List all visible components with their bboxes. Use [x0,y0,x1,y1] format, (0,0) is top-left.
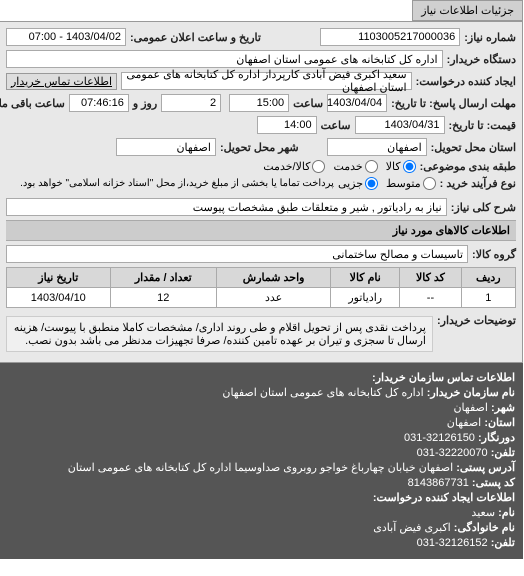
org-value: اداره کل کتابخانه های عمومی استان اصفهان [223,387,424,399]
contact-province: اصفهان [448,417,482,429]
main-panel: شماره نیاز: 1103005217000036 تاریخ و ساع… [0,21,524,363]
deadline-send-date: 1403/04/04 [328,94,388,112]
radio-goods[interactable]: کالا [387,160,417,173]
item-title-field: نیاز به رادیاتور , شیر و متعلقات طبق مشخ… [7,198,448,216]
contact-panel: اطلاعات تماس سازمان خریدار: نام سازمان خ… [0,363,524,559]
time-label-1: ساعت [294,97,324,110]
lname-value: اکبری فیض آبادی [374,522,451,534]
announce-label: تاریخ و ساعت اعلان عمومی: [131,31,262,44]
tel2-value: 32126152-031 [418,537,489,549]
postal-label: کد پستی: [473,477,516,489]
contact-info-button[interactable]: اطلاعات تماس خریدار [7,73,118,90]
day-remaining-label: روز و [134,97,158,110]
th-code: کد کالا [401,268,462,288]
goods-section-title: اطلاعات کالاهای مورد نیاز [7,220,517,241]
city-field: اصفهان [117,138,217,156]
process-radio-group: متوسط جزیی [339,177,437,190]
requester-label: ایجاد کننده درخواست: [417,75,517,88]
deadline-send-time: 15:00 [230,94,290,112]
announce-field: 1403/04/02 - 07:00 [7,28,127,46]
process-label: نوع فرآیند خرید : [441,177,517,190]
goods-table: ردیف کد کالا نام کالا واحد شمارش تعداد /… [7,267,517,308]
cell-name: رادیاتور [332,288,401,308]
tab-title: جزئیات اطلاعات نیاز [413,0,524,21]
th-qty: تعداد / مقدار [111,268,217,288]
radio-medium[interactable]: متوسط [387,177,437,190]
th-name: نام کالا [332,268,401,288]
group-label: گروه کالا: [473,248,517,261]
contact-city-label: شهر: [492,402,516,414]
time-label-2: ساعت [322,119,352,132]
contact-section-title: اطلاعات تماس سازمان خریدار: [373,372,516,384]
table-row[interactable]: 1 -- رادیاتور عدد 12 1403/04/10 [8,288,517,308]
price-deadline-label: قیمت: تا تاریخ: [450,119,517,132]
buyer-field: اداره کل کتابخانه های عمومی استان اصفهان [7,50,444,68]
fax-label: دورنگار: [479,432,516,444]
category-radio-group: کالا خدمت کالا/خدمت [264,160,416,173]
tel-value: 32220070-031 [418,447,489,459]
group-field: تاسیسات و مصالح ساختمانی [7,245,469,263]
radio-goods-input[interactable] [404,160,417,173]
cell-index: 1 [462,288,516,308]
postal-value: 8143867731 [409,477,470,489]
fax-value: 32126150-031 [405,432,476,444]
radio-both-input[interactable] [313,160,326,173]
radio-service[interactable]: خدمت [334,160,378,173]
price-deadline-date: 1403/04/31 [356,116,446,134]
item-title-label: شرح کلی نیاز: [452,201,517,214]
address-label: آدرس پستی: [457,462,516,474]
province-field: اصفهان [328,138,428,156]
table-header-row: ردیف کد کالا نام کالا واحد شمارش تعداد /… [8,268,517,288]
contact-city: اصفهان [454,402,488,414]
org-label: نام سازمان خریدار: [428,387,516,399]
name-value: سعید [472,507,496,519]
pkg-label: طبقه بندی موضوعی: [421,160,517,173]
time-remaining: 07:46:16 [70,94,130,112]
radio-minor-input[interactable] [366,177,379,190]
th-unit: واحد شمارش [218,268,332,288]
cell-date: 1403/04/10 [8,288,112,308]
radio-minor[interactable]: جزیی [339,177,379,190]
process-text: پرداخت تماما یا بخشی از مبلغ خرید،از محل… [7,178,335,189]
radio-both[interactable]: کالا/خدمت [264,160,326,173]
req-number-field: 1103005217000036 [321,28,461,46]
notes-text: پرداخت نقدی پس از تحویل اقلام و طی روند … [7,316,434,352]
radio-medium-input[interactable] [424,177,437,190]
day-remaining: 2 [162,94,222,112]
creator-section-title: اطلاعات ایجاد کننده درخواست: [374,492,516,504]
city-label: شهر محل تحویل: [221,141,300,154]
lname-label: نام خانوادگی: [455,522,516,534]
req-number-label: شماره نیاز: [465,31,517,44]
notes-label: توضیحات خریدار: [438,314,517,327]
buyer-label: دستگاه خریدار: [448,53,517,66]
price-deadline-time: 14:00 [258,116,318,134]
time-remaining-label: ساعت باقی مانده [0,97,66,110]
radio-service-input[interactable] [366,160,379,173]
requester-field: سعید اکبری فیض آبادی کارپرداز اداره کل ک… [122,72,413,90]
contact-province-label: استان: [485,417,516,429]
cell-code: -- [401,288,462,308]
deadline-send-label: مهلت ارسال پاسخ: تا تاریخ: [392,97,517,110]
province-label: استان محل تحویل: [432,141,517,154]
th-date: تاریخ نیاز [8,268,112,288]
tel2-label: تلفن: [492,537,516,549]
cell-unit: عدد [218,288,332,308]
tel-label: تلفن: [492,447,516,459]
cell-qty: 12 [111,288,217,308]
name-label: نام: [499,507,516,519]
th-index: ردیف [462,268,516,288]
address-value: اصفهان خیابان چهارباغ خواجو روبروی صداوس… [69,462,454,474]
